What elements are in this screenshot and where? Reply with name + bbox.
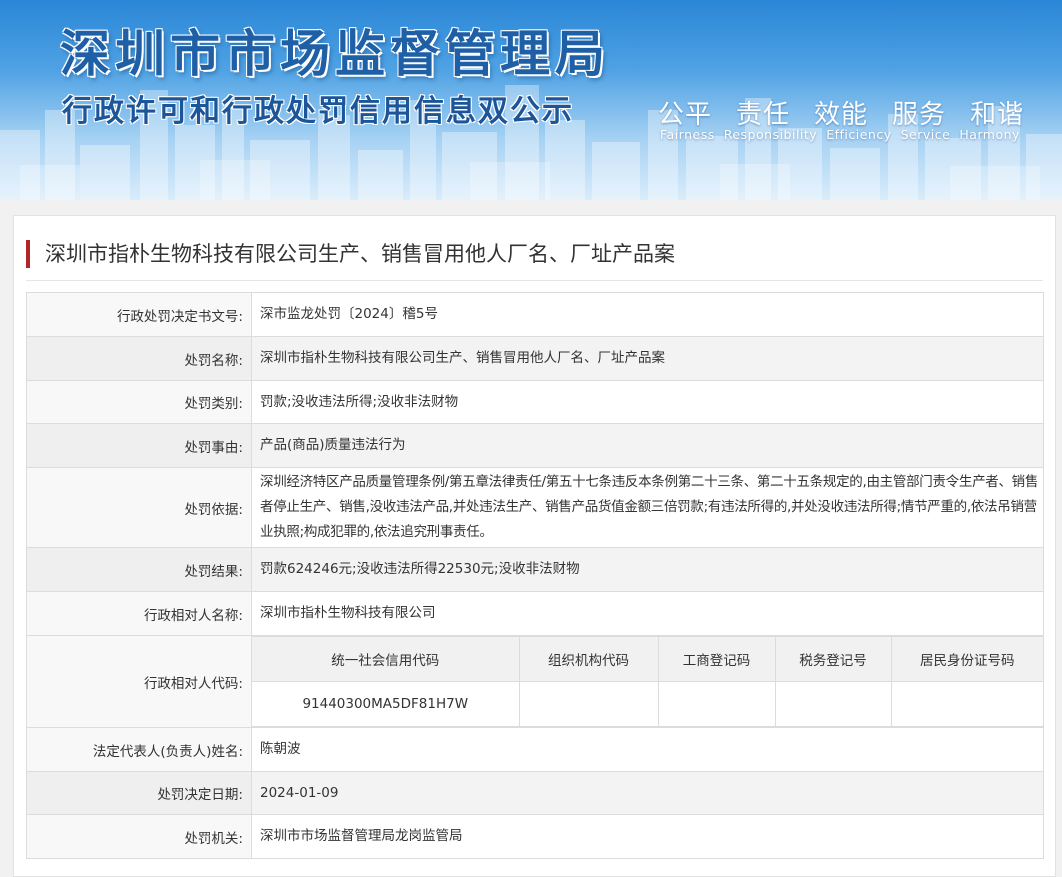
- row-authority: 处罚机关: 深圳市市场监督管理局龙岗监管局: [26, 814, 1044, 859]
- case-detail-panel: 深圳市指朴生物科技有限公司生产、销售冒用他人厂名、厂址产品案 行政处罚决定书文号…: [13, 215, 1056, 877]
- slogan-cn-item: 公平: [658, 100, 713, 130]
- row-decision-date: 处罚决定日期: 2024-01-09: [26, 771, 1044, 815]
- header-business-reg-code: 工商登记码: [657, 636, 776, 682]
- slogan-chinese: 公平 责任 效能 服务 和谐: [658, 94, 1024, 131]
- row-party-name: 行政相对人名称: 深圳市指朴生物科技有限公司: [26, 591, 1044, 636]
- slogan-en-item: Responsibility: [723, 127, 818, 142]
- row-penalty-basis: 处罚依据: 深圳经济特区产品质量管理条例/第五章法律责任/第五十七条违反本条例第…: [26, 467, 1044, 548]
- value-id-card-no: [890, 681, 1043, 727]
- value-decision-date: 2024-01-09: [251, 771, 1044, 815]
- value-org-code: [518, 681, 659, 727]
- party-code-cell: 统一社会信用代码 组织机构代码 工商登记码 税务登记号 居民身份证号码 9144…: [251, 635, 1044, 728]
- slogan-cn-item: 责任: [736, 100, 791, 130]
- label-penalty-basis: 处罚依据:: [26, 467, 252, 548]
- value-credit-code: 91440300MA5DF81H7W: [252, 681, 520, 727]
- row-legal-rep: 法定代表人(负责人)姓名: 陈朝波: [26, 727, 1044, 772]
- value-penalty-basis: 深圳经济特区产品质量管理条例/第五章法律责任/第五十七条违反本条例第二十三条、第…: [251, 467, 1044, 548]
- value-penalty-name: 深圳市指朴生物科技有限公司生产、销售冒用他人厂名、厂址产品案: [251, 336, 1044, 381]
- label-penalty-type: 处罚类别:: [26, 380, 252, 424]
- value-penalty-result: 罚款624246元;没收违法所得22530元;没收非法财物: [251, 547, 1044, 592]
- slogan-en-item: Fairness: [660, 127, 715, 142]
- label-penalty-name: 处罚名称:: [26, 336, 252, 381]
- value-party-name: 深圳市指朴生物科技有限公司: [251, 591, 1044, 636]
- banner-title: 深圳市市场监督管理局: [60, 25, 610, 83]
- title-divider: [26, 280, 1043, 281]
- header-credit-code: 统一社会信用代码: [252, 636, 520, 682]
- row-penalty-reason: 处罚事由: 产品(商品)质量违法行为: [26, 423, 1044, 468]
- slogan-cn-item: 和谐: [970, 100, 1025, 130]
- label-party-name: 行政相对人名称:: [26, 591, 252, 636]
- case-info-table: 行政处罚决定书文号: 深市监龙处罚〔2024〕稽5号 处罚名称: 深圳市指朴生物…: [26, 292, 1044, 859]
- slogan-cn-item: 效能: [814, 100, 869, 130]
- label-party-code: 行政相对人代码:: [26, 635, 252, 728]
- header-org-code: 组织机构代码: [518, 636, 659, 682]
- slogan-en-item: Harmony: [959, 127, 1020, 142]
- party-code-table: 统一社会信用代码 组织机构代码 工商登记码 税务登记号 居民身份证号码 9144…: [252, 636, 1043, 727]
- slogan-en-item: Efficiency: [826, 127, 892, 142]
- label-decision-date: 处罚决定日期:: [26, 771, 252, 815]
- label-penalty-result: 处罚结果:: [26, 547, 252, 592]
- value-business-reg-code: [657, 681, 776, 727]
- slogan-en-item: Service: [900, 127, 951, 142]
- party-code-value-row: 91440300MA5DF81H7W: [252, 681, 1043, 727]
- label-legal-rep: 法定代表人(负责人)姓名:: [26, 727, 252, 772]
- row-penalty-name: 处罚名称: 深圳市指朴生物科技有限公司生产、销售冒用他人厂名、厂址产品案: [26, 336, 1044, 381]
- row-penalty-type: 处罚类别: 罚款;没收违法所得;没收非法财物: [26, 380, 1044, 424]
- banner-subtitle: 行政许可和行政处罚信用信息双公示: [62, 94, 574, 129]
- header-banner: 深圳市市场监督管理局 行政许可和行政处罚信用信息双公示 公平 责任 效能 服务 和谐 F…: [0, 0, 1062, 200]
- slogan-cn-item: 服务: [892, 100, 947, 130]
- row-party-code: 行政相对人代码: 统一社会信用代码 组织机构代码 工商登记码 税务登记号 居民身…: [26, 635, 1044, 728]
- value-authority: 深圳市市场监督管理局龙岗监管局: [251, 814, 1044, 859]
- label-penalty-reason: 处罚事由:: [26, 423, 252, 468]
- label-authority: 处罚机关:: [26, 814, 252, 859]
- case-title: 深圳市指朴生物科技有限公司生产、销售冒用他人厂名、厂址产品案: [26, 240, 675, 268]
- header-tax-reg-no: 税务登记号: [774, 636, 892, 682]
- value-tax-reg-no: [774, 681, 892, 727]
- header-id-card-no: 居民身份证号码: [890, 636, 1043, 682]
- value-penalty-type: 罚款;没收违法所得;没收非法财物: [251, 380, 1044, 424]
- label-doc-no: 行政处罚决定书文号:: [26, 292, 252, 337]
- row-doc-no: 行政处罚决定书文号: 深市监龙处罚〔2024〕稽5号: [26, 292, 1044, 337]
- row-penalty-result: 处罚结果: 罚款624246元;没收违法所得22530元;没收非法财物: [26, 547, 1044, 592]
- value-doc-no: 深市监龙处罚〔2024〕稽5号: [251, 292, 1044, 337]
- value-penalty-reason: 产品(商品)质量违法行为: [251, 423, 1044, 468]
- slogan-english: Fairness Responsibility Efficiency Service H…: [660, 127, 1020, 142]
- value-legal-rep: 陈朝波: [251, 727, 1044, 772]
- party-code-header-row: 统一社会信用代码 组织机构代码 工商登记码 税务登记号 居民身份证号码: [252, 636, 1043, 682]
